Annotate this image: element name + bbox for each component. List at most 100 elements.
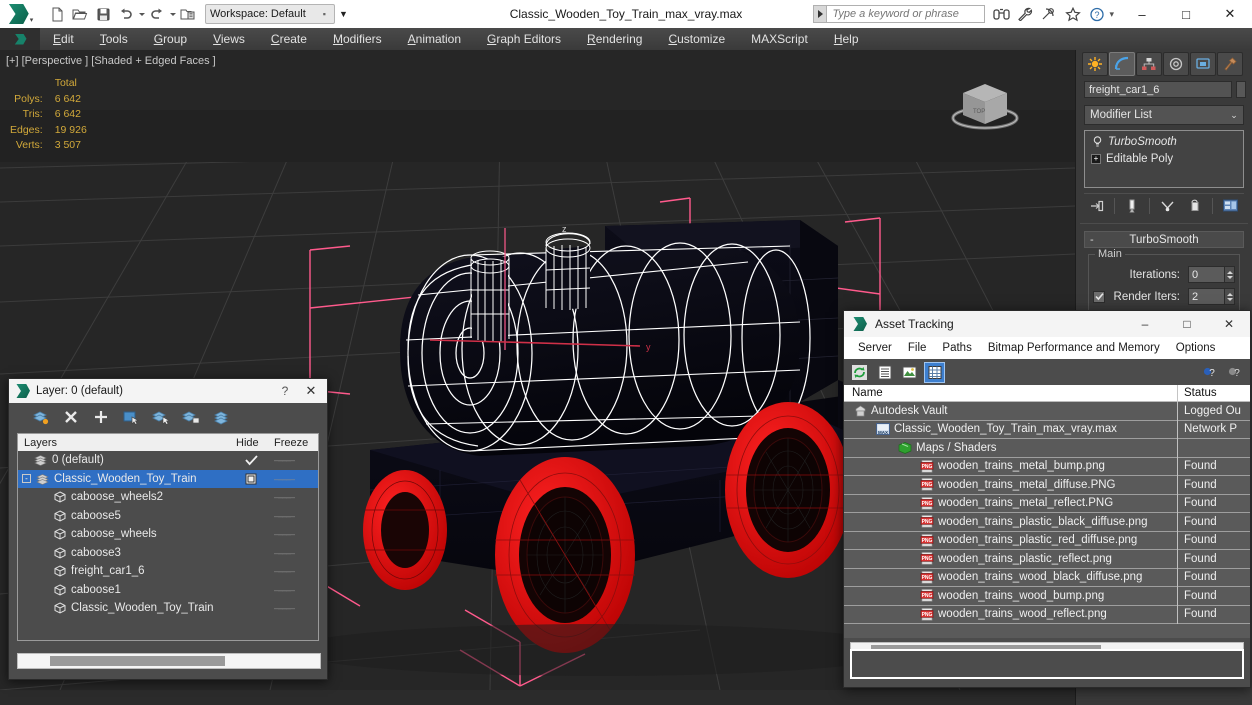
create-tab[interactable] [1082,52,1108,76]
asset-row[interactable]: PNG wooden_trains_plastic_red_diffuse.png… [844,531,1250,550]
satellite-icon[interactable] [1037,2,1061,26]
highlight-selected-objects-icon[interactable] [181,407,201,427]
render-iters-checkbox[interactable] [1093,290,1105,303]
new-file-icon[interactable] [46,3,68,25]
display-tab[interactable] [1190,52,1216,76]
menu-graph-editors[interactable]: Graph Editors [474,28,574,50]
help-blue-icon[interactable]: ? [1200,363,1219,382]
asset-tracking-minimize-button[interactable]: – [1124,311,1166,337]
view-cube[interactable]: TOP [943,72,1027,140]
layer-dialog-titlebar[interactable]: Layer: 0 (default) ? ✕ [9,379,327,403]
asset-tracking-maximize-button[interactable]: □ [1166,311,1208,337]
asset-row[interactable]: PNG wooden_trains_plastic_black_diffuse.p… [844,512,1250,532]
help-gray-icon[interactable]: ? [1225,363,1244,382]
hide-unhide-layer-icon[interactable] [211,407,231,427]
binoculars-icon[interactable] [989,2,1013,26]
window-maximize-button[interactable]: □ [1164,0,1208,28]
undo-icon[interactable] [115,3,137,25]
asset-tracking-rows[interactable]: Autodesk Vault Logged Ou MAX Classic_Wooden… [844,402,1250,638]
plus-box-icon[interactable]: + [1091,153,1101,164]
asset-tracking-dialog[interactable]: Asset Tracking – □ ✕ Server File Paths Bitm… [843,310,1251,688]
light-bulb-icon[interactable] [1091,135,1103,148]
at-menu-server[interactable]: Server [850,337,900,359]
window-close-button[interactable]: ✕ [1208,0,1252,28]
layer-row[interactable]: 0 (default) —— —— [18,451,318,470]
spinner-arrows-icon[interactable] [1224,288,1235,305]
motion-tab[interactable] [1163,52,1189,76]
layer-row[interactable]: freight_car1_6 —— —— [18,562,318,581]
hierarchy-tab[interactable] [1136,52,1162,76]
menu-create[interactable]: Create [258,28,320,50]
star-icon[interactable] [1061,2,1085,26]
menu-maxscript[interactable]: MAXScript [738,28,821,50]
menu-rendering[interactable]: Rendering [574,28,655,50]
menu-customize[interactable]: Customize [655,28,738,50]
modify-tab[interactable] [1109,52,1135,76]
modifier-list-dropdown[interactable]: Modifier List ⌄ [1084,105,1244,125]
thumbnail-view-icon[interactable] [900,363,919,382]
iterations-input[interactable] [1188,266,1224,283]
layer-freeze-cell[interactable]: —— [274,548,318,558]
layer-horizontal-scrollbar[interactable] [17,653,321,669]
menu-help[interactable]: Help [821,28,872,50]
layer-active-indicator[interactable] [232,455,270,466]
show-end-result-button[interactable] [1119,196,1145,216]
wrench-icon[interactable] [1013,2,1037,26]
utilities-tab[interactable] [1217,52,1243,76]
search-input[interactable] [827,5,986,23]
asset-row[interactable]: PNG wooden_trains_wood_reflect.png Found [844,605,1250,624]
layer-row[interactable]: caboose3 —— —— [18,544,318,563]
select-objects-in-layer-icon[interactable] [121,407,141,427]
menu-animation[interactable]: Animation [395,28,474,50]
at-menu-options[interactable]: Options [1168,337,1224,359]
layer-row[interactable]: caboose_wheels —— —— [18,525,318,544]
asset-row[interactable]: MAX Classic_Wooden_Toy_Train_max_vray.max… [844,420,1250,439]
help-dropdown-arrow-icon[interactable]: ▾ [1109,9,1114,20]
layer-row[interactable]: Classic_Wooden_Toy_Train —— —— [18,599,318,618]
asset-row[interactable]: PNG wooden_trains_wood_bump.png Found [844,586,1250,606]
at-menu-paths[interactable]: Paths [934,337,979,359]
layer-freeze-cell[interactable]: —— [274,585,318,595]
layer-row[interactable]: caboose_wheels2 —— —— [18,488,318,507]
select-highlighted-objects-icon[interactable] [151,407,171,427]
search-dropdown-arrow-icon[interactable] [813,5,828,23]
at-menu-bitmap-performance-and-memory[interactable]: Bitmap Performance and Memory [980,337,1168,359]
layer-freeze-cell[interactable]: —— [274,492,318,502]
redo-dropdown-arrow-icon[interactable] [169,3,176,25]
save-file-icon[interactable] [92,3,114,25]
layer-freeze-cell[interactable]: —— [274,511,318,521]
configure-modifier-sets-button[interactable] [1217,196,1243,216]
scrollbar-thumb[interactable] [50,656,225,666]
layer-freeze-cell[interactable]: —— [274,529,318,539]
layer-row[interactable]: caboose1 —— —— [18,581,318,600]
pin-stack-button[interactable] [1084,196,1110,216]
asset-row[interactable]: Autodesk Vault Logged Ou [844,402,1250,421]
add-selection-to-layer-icon[interactable] [91,407,111,427]
list-view-icon[interactable] [875,363,894,382]
asset-row[interactable]: PNG wooden_trains_wood_black_diffuse.png F… [844,568,1250,587]
undo-dropdown-arrow-icon[interactable] [138,3,145,25]
grid-view-icon[interactable] [924,361,945,383]
modifier-stack[interactable]: TurboSmooth + Editable Poly [1084,130,1244,188]
asset-row[interactable]: PNG wooden_trains_metal_bump.png Found [844,457,1250,476]
window-minimize-button[interactable]: – [1120,0,1164,28]
at-menu-file[interactable]: File [900,337,935,359]
menu-tools[interactable]: Tools [87,28,141,50]
open-file-icon[interactable] [69,3,91,25]
layer-freeze-cell[interactable]: —— [274,474,318,484]
asset-row[interactable]: PNG wooden_trains_metal_diffuse.PNG Found [844,475,1250,495]
layer-rows[interactable]: 0 (default) —— —— - Classic_Wooden_Toy_Train… [17,451,319,641]
layer-freeze-cell[interactable]: —— [274,566,318,576]
help-icon[interactable]: ? [1085,2,1109,26]
render-iters-input[interactable] [1188,288,1224,305]
modifier-stack-row-turbosmooth[interactable]: TurboSmooth [1087,133,1241,150]
layer-dialog-help-button[interactable]: ? [273,379,297,403]
remove-modifier-button[interactable] [1182,196,1208,216]
modifier-stack-row-editable-poly[interactable]: + Editable Poly [1087,150,1241,167]
asset-row[interactable]: Maps / Shaders [844,438,1250,458]
application-menu-button[interactable]: ▾ [0,0,40,28]
layer-dialog[interactable]: Layer: 0 (default) ? ✕ Layers Hide Freez… [8,378,328,680]
make-unique-button[interactable] [1154,196,1180,216]
turbosmooth-rollout-header[interactable]: - TurboSmooth [1084,231,1244,248]
delete-layer-icon[interactable] [61,407,81,427]
